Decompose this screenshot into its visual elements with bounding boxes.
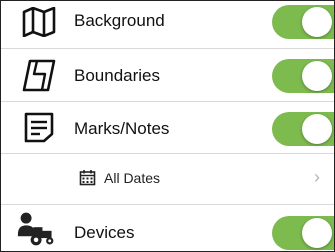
date-filter-row[interactable]: All Dates ›: [1, 154, 334, 202]
toggle-knob: [302, 218, 332, 248]
chevron-right-icon: ›: [314, 167, 320, 187]
background-toggle[interactable]: [272, 5, 334, 39]
field-boundary-icon: [19, 55, 59, 95]
divider: [1, 204, 334, 205]
toggle-knob: [302, 61, 332, 91]
layer-row-marks-notes[interactable]: Marks/Notes: [1, 106, 334, 152]
layer-row-background[interactable]: Background: [1, 1, 334, 43]
divider: [1, 48, 334, 49]
divider: [1, 101, 334, 102]
notes-icon: [19, 107, 59, 147]
layer-label-background: Background: [74, 11, 165, 30]
boundaries-toggle[interactable]: [272, 59, 334, 93]
layer-row-boundaries[interactable]: Boundaries: [1, 53, 334, 99]
toggle-knob: [302, 114, 332, 144]
layer-label-marks-notes: Marks/Notes: [74, 119, 170, 138]
map-icon: [19, 2, 59, 42]
toggle-knob: [302, 7, 332, 37]
layer-label-devices: Devices: [74, 223, 135, 242]
map-layers-panel: Background Boundaries Marks/Notes All Da…: [0, 0, 335, 252]
layer-label-boundaries: Boundaries: [74, 66, 161, 85]
devices-toggle[interactable]: [272, 216, 334, 250]
calendar-icon: [79, 169, 96, 191]
marks-notes-toggle[interactable]: [272, 112, 334, 146]
layer-row-devices[interactable]: Devices: [1, 207, 334, 251]
devices-icon: [17, 209, 57, 249]
date-filter-label: All Dates: [104, 170, 161, 186]
